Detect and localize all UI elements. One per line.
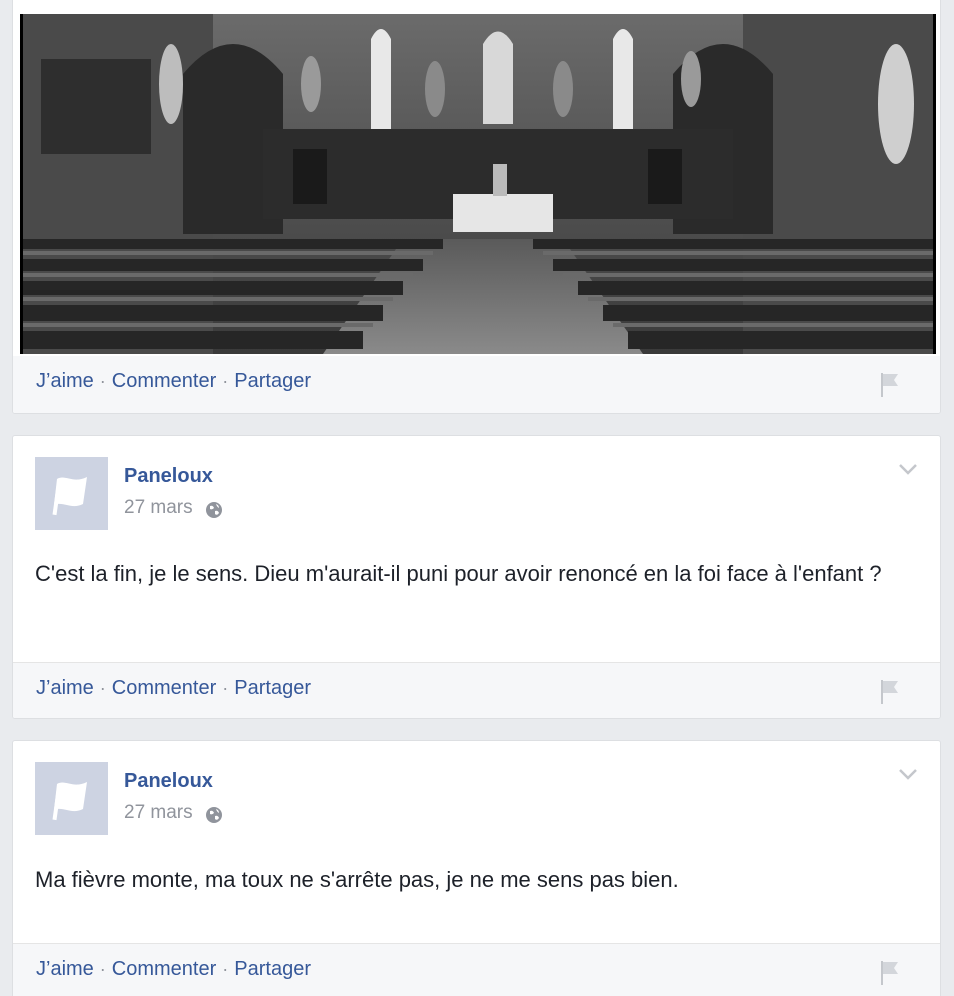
post-card: Paneloux 27 mars Ma fièvre monte, ma tou…	[12, 740, 941, 996]
flag-icon[interactable]	[878, 677, 902, 705]
flag-avatar-icon	[35, 762, 108, 835]
action-separator: ·	[222, 371, 229, 391]
flag-icon[interactable]	[878, 958, 902, 986]
post-author[interactable]: Paneloux	[124, 465, 213, 488]
church-interior-photo[interactable]	[20, 14, 936, 354]
post-actions: J’aime · Commenter · Partager	[36, 677, 311, 700]
post-card: Paneloux 27 mars C'est la fin, je le sen…	[12, 435, 941, 719]
flag-avatar-icon	[35, 457, 108, 530]
comment-link[interactable]: Commenter	[112, 958, 216, 980]
like-link[interactable]: J’aime	[36, 370, 94, 392]
action-separator: ·	[222, 678, 229, 698]
post-message: C'est la fin, je le sens. Dieu m'aurait-…	[35, 561, 882, 586]
post-meta: 27 mars	[124, 497, 223, 519]
post-date[interactable]: 27 mars	[124, 497, 193, 519]
globe-icon	[205, 502, 222, 518]
action-separator: ·	[222, 959, 229, 979]
page-avatar[interactable]	[35, 762, 108, 835]
share-link[interactable]: Partager	[234, 958, 311, 980]
flag-icon[interactable]	[878, 370, 902, 398]
post-author[interactable]: Paneloux	[124, 770, 213, 793]
action-bar: J’aime · Commenter · Partager	[13, 356, 940, 413]
post-actions: J’aime · Commenter · Partager	[36, 958, 311, 981]
action-bar: J’aime · Commenter · Partager	[13, 943, 940, 996]
globe-icon	[205, 807, 222, 823]
post-actions: J’aime · Commenter · Partager	[36, 370, 311, 393]
post-date[interactable]: 27 mars	[124, 802, 193, 824]
post-meta: 27 mars	[124, 802, 223, 824]
page-avatar[interactable]	[35, 457, 108, 530]
post-message: Ma fièvre monte, ma toux ne s'arrête pas…	[35, 867, 679, 892]
chevron-down-icon[interactable]	[898, 462, 918, 476]
photo-post-card: J’aime · Commenter · Partager	[12, 0, 941, 414]
action-separator: ·	[99, 959, 106, 979]
share-link[interactable]: Partager	[234, 677, 311, 699]
action-separator: ·	[99, 371, 106, 391]
action-separator: ·	[99, 678, 106, 698]
like-link[interactable]: J’aime	[36, 677, 94, 699]
action-bar: J’aime · Commenter · Partager	[13, 662, 940, 718]
chevron-down-icon[interactable]	[898, 767, 918, 781]
like-link[interactable]: J’aime	[36, 958, 94, 980]
comment-link[interactable]: Commenter	[112, 677, 216, 699]
comment-link[interactable]: Commenter	[112, 370, 216, 392]
share-link[interactable]: Partager	[234, 370, 311, 392]
